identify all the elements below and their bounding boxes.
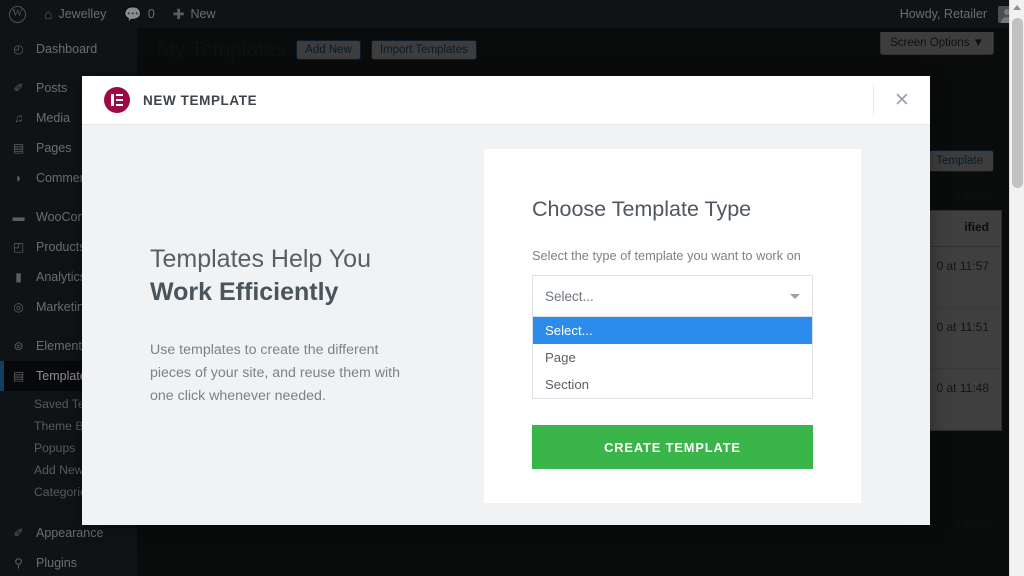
scroll-up-arrow-icon[interactable] <box>1013 5 1021 10</box>
lead-line-1: Templates Help You <box>150 244 371 273</box>
modal-left-pane: Templates Help You Work Efficiently Use … <box>82 125 484 525</box>
modal-title: NEW TEMPLATE <box>143 92 258 108</box>
new-template-modal: NEW TEMPLATE ✕ Templates Help You Work E… <box>82 76 930 525</box>
modal-body-text: Use templates to create the different pi… <box>150 341 400 404</box>
close-icon[interactable]: ✕ <box>874 76 930 125</box>
template-type-select-wrap: Select... Select... Page Section <box>532 275 813 399</box>
option-section[interactable]: Section <box>533 371 812 398</box>
template-type-label: Select the type of template you want to … <box>532 248 801 263</box>
scrollbar-thumb[interactable] <box>1012 18 1023 188</box>
modal-right-card: Choose Template Type Select the type of … <box>484 149 861 503</box>
modal-header: NEW TEMPLATE ✕ <box>82 76 930 125</box>
template-type-options: Select... Page Section <box>532 317 813 399</box>
lead-line-2: Work Efficiently <box>150 277 339 306</box>
create-template-button[interactable]: CREATE TEMPLATE <box>532 425 813 469</box>
screen: ⌂ Jewelley 💬 0 ✚ New Howdy, Retailer ◴ D… <box>0 0 1024 576</box>
modal-lead-heading: Templates Help You Work Efficiently <box>150 243 484 309</box>
option-page[interactable]: Page <box>533 344 812 371</box>
page-scrollbar[interactable] <box>1009 0 1024 576</box>
card-title: Choose Template Type <box>532 197 752 221</box>
card-inner: Choose Template Type Select the type of … <box>484 149 861 399</box>
elementor-logo-icon <box>104 87 130 113</box>
template-type-select[interactable]: Select... <box>532 275 813 317</box>
select-value: Select... <box>545 288 594 304</box>
modal-body: Templates Help You Work Efficiently Use … <box>82 125 930 525</box>
option-select[interactable]: Select... <box>533 317 812 344</box>
modal-header-right: ✕ <box>873 76 930 124</box>
chevron-down-icon <box>790 293 800 299</box>
